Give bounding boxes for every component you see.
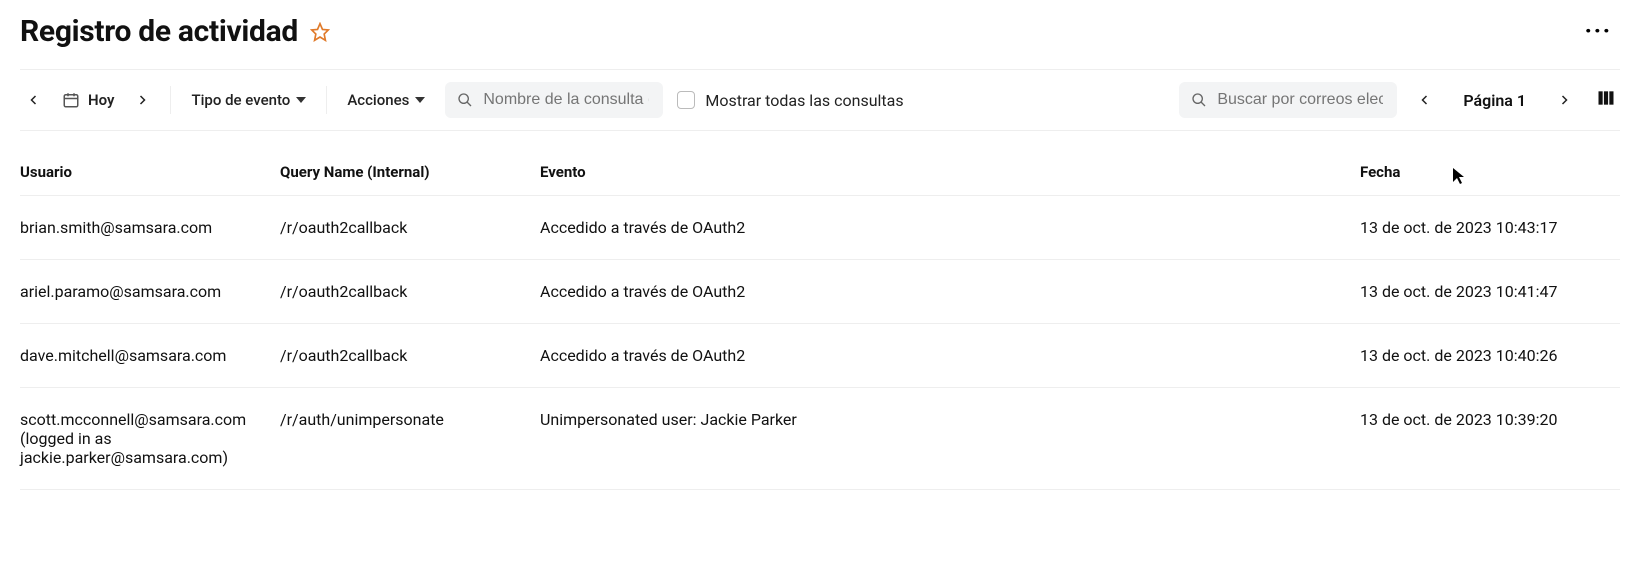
cell-event: Accedido a través de OAuth2	[540, 196, 1360, 260]
table-row[interactable]: dave.mitchell@samsara.com /r/oauth2callb…	[20, 324, 1620, 388]
separator	[326, 86, 327, 114]
date-picker[interactable]: Hoy	[62, 91, 114, 109]
cell-event: Accedido a través de OAuth2	[540, 324, 1360, 388]
column-settings-button[interactable]	[1592, 88, 1620, 112]
columns-icon	[1596, 88, 1616, 112]
favorite-star-icon[interactable]	[310, 22, 330, 42]
cell-query: /r/oauth2callback	[280, 260, 540, 324]
col-header-event[interactable]: Evento	[540, 149, 1360, 196]
table-row[interactable]: brian.smith@samsara.com /r/oauth2callbac…	[20, 196, 1620, 260]
cell-user: brian.smith@samsara.com	[20, 196, 280, 260]
separator	[170, 86, 171, 114]
cell-user: scott.mcconnell@samsara.com (logged in a…	[20, 388, 280, 490]
page-prev-button[interactable]	[1411, 86, 1439, 114]
event-type-label: Tipo de evento	[191, 91, 290, 109]
date-prev-button[interactable]	[20, 86, 48, 114]
cell-date: 13 de oct. de 2023 10:43:17	[1360, 196, 1620, 260]
date-next-button[interactable]	[128, 86, 156, 114]
activity-table: Usuario Query Name (Internal) Evento Fec…	[20, 149, 1620, 490]
page-title: Registro de actividad	[20, 14, 298, 49]
more-menu-button[interactable]: ···	[1577, 15, 1620, 48]
cell-event: Accedido a través de OAuth2	[540, 260, 1360, 324]
cell-query: /r/oauth2callback	[280, 324, 540, 388]
show-all-queries-label: Mostrar todas las consultas	[705, 91, 903, 110]
chevron-down-icon	[296, 97, 306, 103]
email-search[interactable]	[1179, 82, 1397, 118]
show-all-queries-checkbox[interactable]: Mostrar todas las consultas	[677, 91, 903, 110]
date-label: Hoy	[88, 91, 114, 109]
cell-query: /r/auth/unimpersonate	[280, 388, 540, 490]
cell-user: dave.mitchell@samsara.com	[20, 324, 280, 388]
col-header-query[interactable]: Query Name (Internal)	[280, 149, 540, 196]
actions-label: Acciones	[347, 91, 409, 109]
cell-user: ariel.paramo@samsara.com	[20, 260, 280, 324]
cell-event: Unimpersonated user: Jackie Parker	[540, 388, 1360, 490]
query-name-input[interactable]	[481, 90, 651, 110]
table-row[interactable]: ariel.paramo@samsara.com /r/oauth2callba…	[20, 260, 1620, 324]
col-header-date[interactable]: Fecha	[1360, 149, 1620, 196]
page-indicator: Página 1	[1453, 91, 1536, 110]
search-icon	[1191, 92, 1207, 108]
email-search-input[interactable]	[1215, 90, 1385, 110]
page-next-button[interactable]	[1550, 86, 1578, 114]
chevron-down-icon	[415, 97, 425, 103]
actions-dropdown[interactable]: Acciones	[341, 91, 431, 109]
table-header-row: Usuario Query Name (Internal) Evento Fec…	[20, 149, 1620, 196]
calendar-icon	[62, 91, 80, 109]
toolbar: Hoy Tipo de evento Acciones	[20, 70, 1620, 131]
cell-date: 13 de oct. de 2023 10:39:20	[1360, 388, 1620, 490]
cell-query: /r/oauth2callback	[280, 196, 540, 260]
query-name-search[interactable]	[445, 82, 663, 118]
cell-date: 13 de oct. de 2023 10:41:47	[1360, 260, 1620, 324]
checkbox-box	[677, 91, 695, 109]
col-header-user[interactable]: Usuario	[20, 149, 280, 196]
event-type-dropdown[interactable]: Tipo de evento	[185, 91, 312, 109]
cell-date: 13 de oct. de 2023 10:40:26	[1360, 324, 1620, 388]
page-header: Registro de actividad ···	[20, 14, 1620, 70]
search-icon	[457, 92, 473, 108]
table-row[interactable]: scott.mcconnell@samsara.com (logged in a…	[20, 388, 1620, 490]
